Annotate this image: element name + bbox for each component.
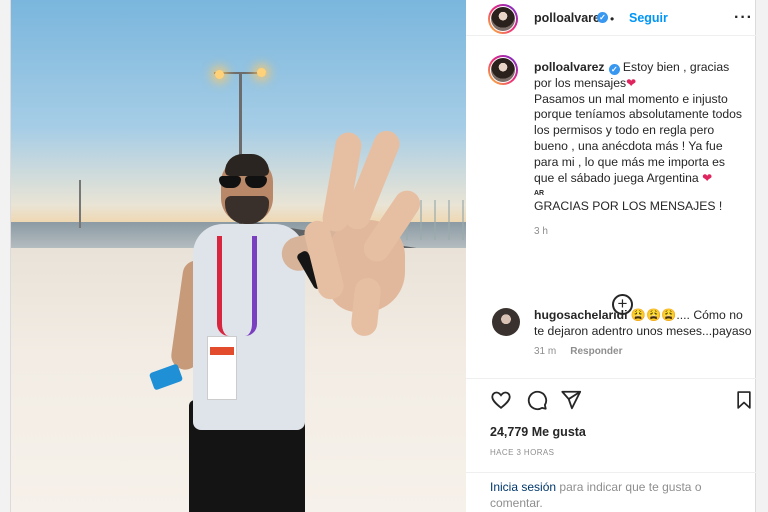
verified-badge-icon: ✓ (597, 12, 608, 23)
header-separator: • (610, 12, 615, 26)
comment-item: hugosachelaridi 😩😩😩.... Cómo no te dejar… (534, 308, 754, 339)
share-send-icon[interactable] (560, 389, 582, 411)
page-background: polloalvarez ✓ • Seguir ··· polloalvarez… (0, 0, 768, 512)
sunglasses (219, 176, 269, 188)
like-heart-icon[interactable] (490, 389, 512, 411)
post-dialog: polloalvarez ✓ • Seguir ··· polloalvarez… (10, 0, 756, 512)
more-options-icon[interactable]: ··· (734, 9, 753, 27)
argentina-flag-icon: AR (534, 190, 545, 198)
lamp-light-left (215, 70, 224, 79)
outstretched-hand (301, 126, 426, 342)
post-photo[interactable] (11, 0, 466, 512)
comments-section: polloalvarez ✓ Estoy bien , gracias por l… (466, 37, 756, 377)
author-username[interactable]: polloalvarez (534, 11, 606, 25)
accreditation-badge (207, 336, 237, 400)
post-side-panel: polloalvarez ✓ • Seguir ··· polloalvarez… (466, 0, 756, 512)
comment-meta: 31 m Responder (534, 346, 622, 357)
heart-emoji-icon: ❤ (702, 170, 713, 185)
caption-author-avatar[interactable] (488, 55, 518, 85)
follow-button[interactable]: Seguir (629, 11, 668, 25)
save-bookmark-icon[interactable] (734, 389, 754, 411)
login-prompt: Inicia sesión para indicar que te gusta … (466, 472, 756, 512)
likes-count[interactable]: 24,779 Me gusta (490, 425, 586, 439)
post-header: polloalvarez ✓ • Seguir ··· (466, 0, 756, 36)
comment-emojis: 😩😩😩 (630, 308, 677, 322)
heart-emoji-icon: ❤ (626, 75, 637, 90)
reply-button[interactable]: Responder (570, 346, 622, 357)
comment-bubble-icon[interactable] (526, 389, 548, 411)
commenter-avatar[interactable] (492, 308, 520, 336)
post-actions: 24,779 Me gusta HACE 3 HORAS (466, 378, 756, 478)
commenter-username[interactable]: hugosachelaridi (534, 308, 627, 322)
caption-verified-icon: ✓ (608, 64, 620, 75)
caption-username[interactable]: polloalvarez (534, 60, 604, 74)
lamp-light-right (257, 68, 266, 77)
comment-time: 31 m (534, 346, 557, 357)
lanyard (217, 236, 257, 336)
caption-thanks: GRACIAS POR LOS MENSAJES ! (534, 199, 723, 214)
login-link[interactable]: Inicia sesión (490, 480, 556, 494)
person-hair (225, 154, 269, 176)
author-avatar[interactable] (488, 4, 518, 34)
post-caption: polloalvarez ✓ Estoy bien , gracias por l… (534, 60, 744, 215)
post-date: HACE 3 HORAS (490, 448, 555, 457)
caption-time: 3 h (534, 226, 548, 237)
photo-tower (79, 180, 81, 228)
